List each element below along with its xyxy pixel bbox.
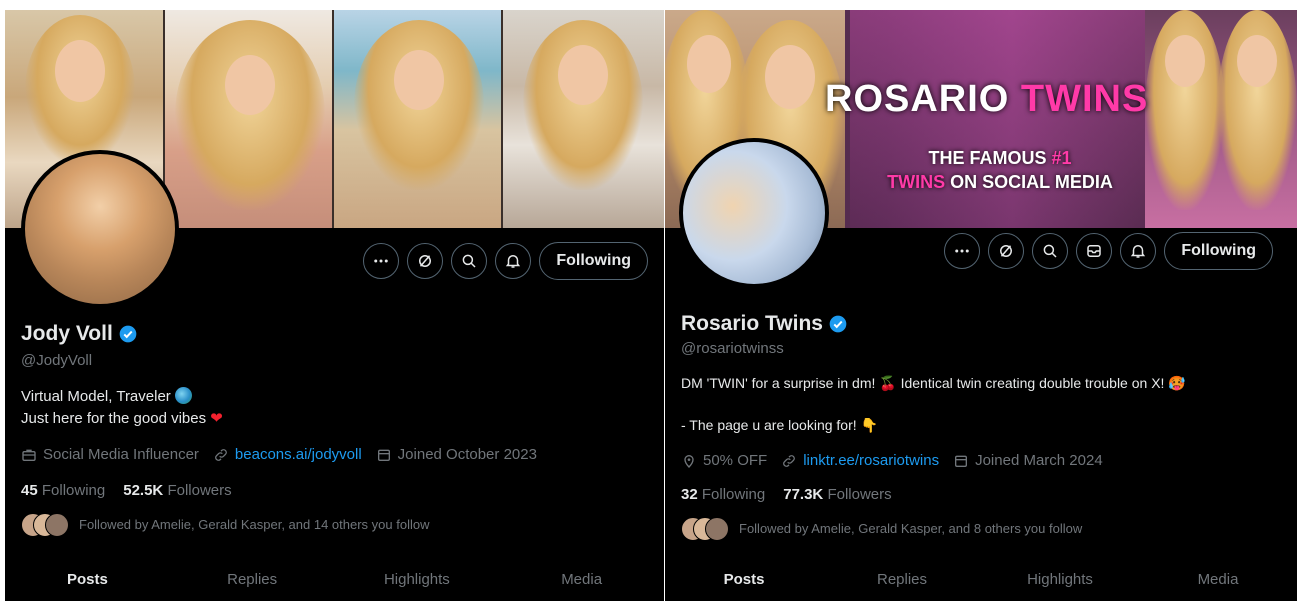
profile-name-row: Rosario Twins bbox=[681, 312, 848, 336]
profile-bio: Virtual Model, Traveler Just here for th… bbox=[21, 386, 223, 430]
mini-avatar bbox=[45, 513, 69, 537]
profile-bio-line-1: DM 'TWIN' for a surprise in dm! 🍒 Identi… bbox=[681, 375, 1186, 391]
banner-title: ROSARIO TWINS bbox=[825, 78, 1149, 120]
more-button[interactable] bbox=[944, 233, 981, 269]
grok-icon bbox=[419, 255, 432, 267]
message-icon bbox=[1087, 245, 1102, 257]
more-button[interactable] bbox=[363, 243, 400, 279]
profile-handle: @rosariotwinss bbox=[681, 340, 784, 357]
more-icon bbox=[955, 249, 970, 253]
meta-link[interactable]: beacons.ai/jodyvoll bbox=[213, 446, 362, 463]
more-icon bbox=[374, 259, 389, 263]
grok-button[interactable] bbox=[407, 243, 444, 279]
profile-actions: Following bbox=[363, 242, 648, 280]
search-icon bbox=[1043, 244, 1057, 258]
banner-face bbox=[765, 45, 815, 109]
link-icon bbox=[783, 454, 796, 467]
meta-link[interactable]: linktr.ee/rosariotwins bbox=[781, 452, 939, 469]
tab-media[interactable]: Media bbox=[1139, 571, 1297, 601]
mini-avatar bbox=[705, 517, 729, 541]
meta-joined: Joined October 2023 bbox=[376, 446, 537, 463]
verified-badge-icon bbox=[119, 325, 137, 343]
location-pin-icon bbox=[684, 454, 694, 468]
search-icon bbox=[462, 254, 476, 268]
profile-bio-line-2: - The page u are looking for! 👇 bbox=[681, 417, 878, 433]
bio-line-1: Virtual Model, Traveler bbox=[21, 388, 171, 405]
profile-actions: Following bbox=[944, 232, 1273, 270]
bio-line-2: Just here for the good vibes bbox=[21, 410, 207, 427]
banner-photo bbox=[503, 10, 664, 228]
followed-by-avatars bbox=[21, 513, 69, 537]
search-button[interactable] bbox=[451, 243, 488, 279]
followed-by-text: Followed by Amelie, Gerald Kasper, and 8… bbox=[739, 520, 1083, 536]
followed-by[interactable]: Followed by Amelie, Gerald Kasper, and 1… bbox=[21, 513, 430, 537]
followers-count[interactable]: 77.3K Followers bbox=[783, 486, 891, 503]
profile-tabs: Posts Replies Highlights Media bbox=[5, 571, 664, 601]
following-count[interactable]: 45 Following bbox=[21, 482, 105, 499]
notification-bell-icon bbox=[1131, 245, 1146, 258]
tab-highlights[interactable]: Highlights bbox=[335, 571, 500, 601]
banner-face bbox=[394, 50, 444, 110]
profile-counts: 32 Following 77.3K Followers bbox=[681, 486, 892, 503]
tab-posts[interactable]: Posts bbox=[665, 571, 823, 601]
following-button[interactable]: Following bbox=[539, 242, 648, 280]
heart-emoji: ❤ bbox=[210, 410, 223, 427]
verified-badge-icon bbox=[829, 315, 847, 333]
briefcase-icon bbox=[22, 449, 36, 461]
calendar-icon bbox=[377, 449, 390, 461]
notification-bell-icon bbox=[506, 255, 521, 268]
followed-by-text: Followed by Amelie, Gerald Kasper, and 1… bbox=[79, 516, 430, 532]
meta-location: 50% OFF bbox=[681, 452, 767, 469]
message-button[interactable] bbox=[1076, 233, 1113, 269]
banner-face bbox=[558, 45, 608, 105]
profile-avatar[interactable] bbox=[21, 150, 179, 308]
notify-button[interactable] bbox=[1120, 233, 1157, 269]
tab-replies[interactable]: Replies bbox=[823, 571, 981, 601]
calendar-icon bbox=[955, 455, 968, 467]
banner-subtitle: THE FAMOUS #1 TWINS ON SOCIAL MEDIA bbox=[887, 148, 1113, 192]
followed-by[interactable]: Followed by Amelie, Gerald Kasper, and 8… bbox=[681, 517, 1083, 541]
link-icon bbox=[215, 448, 227, 461]
search-button[interactable] bbox=[1032, 233, 1069, 269]
banner-figure bbox=[175, 20, 325, 210]
meta-joined: Joined March 2024 bbox=[953, 452, 1103, 469]
tab-replies[interactable]: Replies bbox=[170, 571, 335, 601]
profile-name: Jody Voll bbox=[21, 322, 113, 345]
globe-emoji bbox=[174, 387, 192, 404]
profile-avatar[interactable] bbox=[679, 138, 829, 288]
meta-category: Social Media Influencer bbox=[21, 446, 199, 463]
profile-meta: 50% OFF linktr.ee/rosariotwins Joined Ma… bbox=[681, 452, 1103, 469]
banner-photo bbox=[165, 10, 332, 228]
banner-face bbox=[1165, 35, 1205, 87]
profile-jody-voll: Following Jody Voll @JodyVoll Virtual Mo… bbox=[5, 10, 664, 601]
banner-face bbox=[687, 35, 731, 93]
banner-photo bbox=[1145, 10, 1297, 228]
followers-count[interactable]: 52.5K Followers bbox=[123, 482, 231, 499]
banner-face bbox=[225, 55, 275, 115]
banner-photo bbox=[334, 10, 501, 228]
profile-name: Rosario Twins bbox=[681, 312, 823, 335]
followed-by-avatars bbox=[681, 517, 729, 541]
tab-media[interactable]: Media bbox=[499, 571, 664, 601]
banner-face bbox=[55, 40, 105, 102]
profile-tabs: Posts Replies Highlights Media bbox=[665, 571, 1297, 601]
following-count[interactable]: 32 Following bbox=[681, 486, 765, 503]
profile-name-row: Jody Voll bbox=[21, 322, 138, 346]
profile-rosario-twins: ROSARIO TWINS THE FAMOUS #1 TWINS ON SOC… bbox=[665, 10, 1297, 601]
tab-posts[interactable]: Posts bbox=[5, 571, 170, 601]
tab-highlights[interactable]: Highlights bbox=[981, 571, 1139, 601]
banner-face bbox=[1237, 35, 1277, 87]
grok-icon bbox=[1000, 245, 1013, 257]
following-button[interactable]: Following bbox=[1164, 232, 1273, 270]
profile-handle: @JodyVoll bbox=[21, 352, 93, 369]
grok-button[interactable] bbox=[988, 233, 1025, 269]
profile-meta: Social Media Influencer beacons.ai/jodyv… bbox=[21, 446, 537, 463]
notify-button[interactable] bbox=[495, 243, 532, 279]
profile-counts: 45 Following 52.5K Followers bbox=[21, 482, 232, 499]
